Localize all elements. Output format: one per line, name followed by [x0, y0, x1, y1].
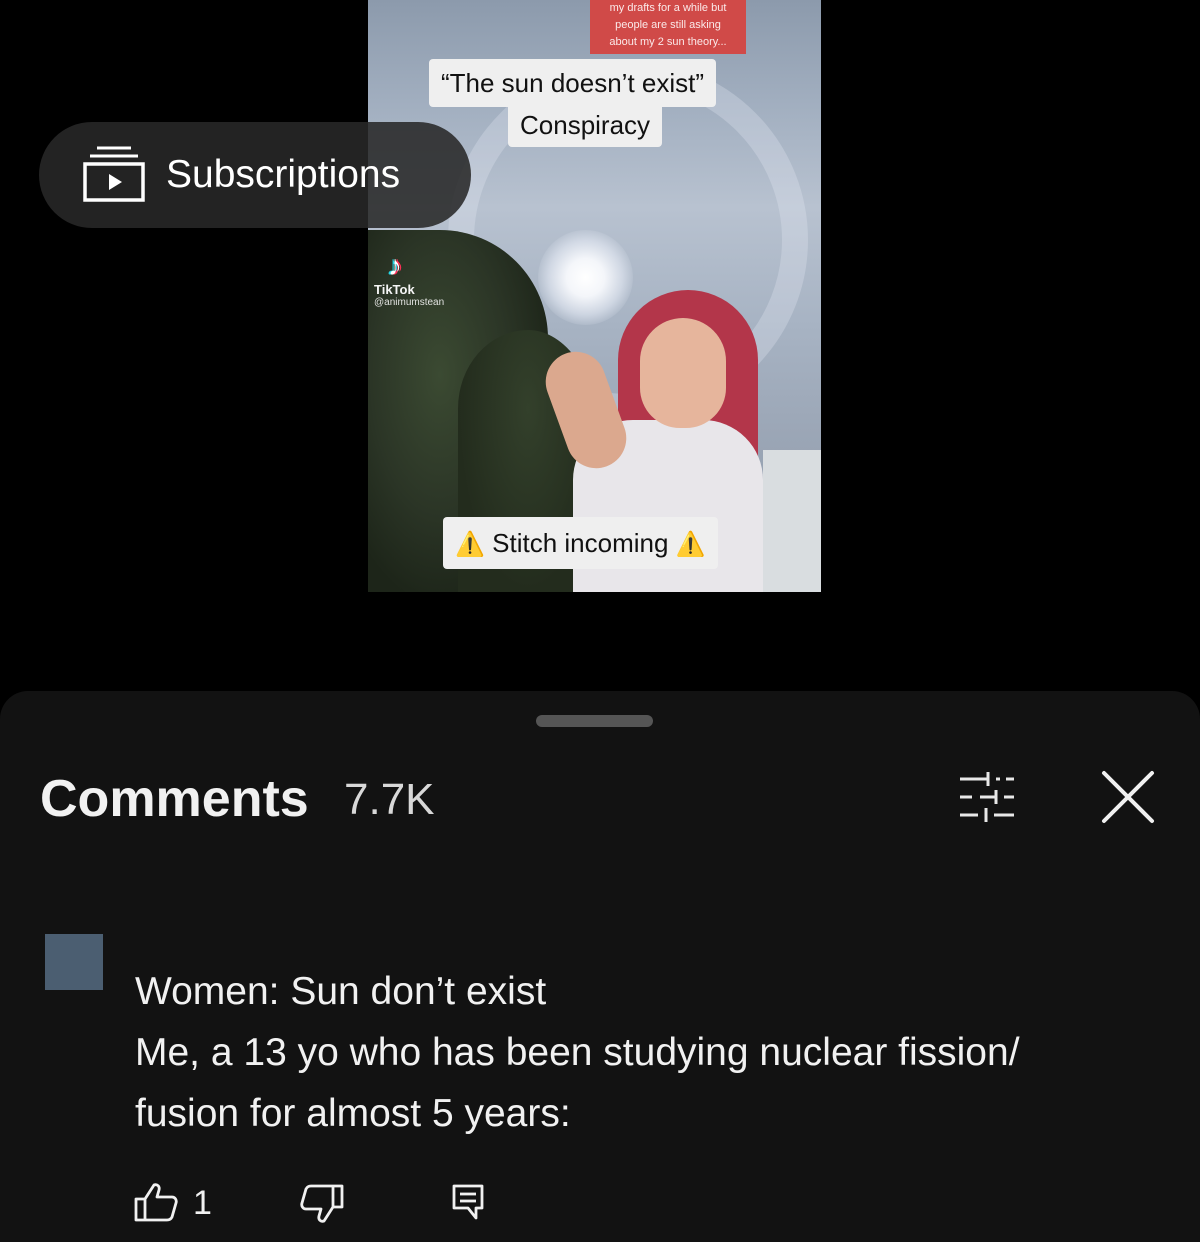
- dislike-button[interactable]: [300, 1184, 344, 1224]
- drag-handle[interactable]: [536, 715, 653, 727]
- tiktok-handle: @animumstean: [374, 297, 445, 308]
- reply-button[interactable]: [452, 1184, 484, 1220]
- subscriptions-button[interactable]: Subscriptions: [39, 122, 471, 228]
- video-top-caption-line: my drafts for a while but: [609, 2, 727, 14]
- reply-icon: [452, 1184, 484, 1220]
- close-button[interactable]: [1100, 769, 1156, 825]
- thumbs-down-icon: [300, 1184, 344, 1223]
- comments-sheet: Comments 7.7K Women: Sun don’t exist Me,…: [0, 691, 1200, 1242]
- warning-icon: ⚠️: [455, 531, 485, 558]
- like-count: 1: [193, 1184, 212, 1222]
- video-caption-bottom-text: Stitch incoming: [492, 528, 669, 558]
- video-caption-subtitle: Conspiracy: [508, 103, 663, 147]
- video-caption-bottom: ⚠️ Stitch incoming ⚠️: [443, 517, 718, 569]
- person-face: [640, 318, 726, 428]
- video-caption-title: “The sun doesn’t exist”: [429, 59, 717, 107]
- comments-title: Comments: [40, 770, 309, 828]
- video-player[interactable]: my drafts for a while but people are sti…: [368, 0, 821, 592]
- close-icon: [1102, 771, 1154, 823]
- video-top-caption: my drafts for a while but people are sti…: [590, 0, 746, 54]
- house: [763, 450, 821, 592]
- video-top-caption-line: about my 2 sun theory...: [609, 36, 727, 48]
- tiktok-logo-icon: ♪: [388, 250, 402, 281]
- comment-line: Women: Sun don’t exist: [135, 970, 547, 1013]
- tiktok-watermark: ♪ TikTok @animumstean: [374, 250, 484, 308]
- comment-text: Women: Sun don’t exist Me, a 13 yo who h…: [135, 961, 1135, 1144]
- sliders-icon: [960, 772, 1014, 822]
- comments-count: 7.7K: [344, 775, 435, 824]
- like-button[interactable]: [134, 1182, 178, 1222]
- video-top-caption-line: people are still asking: [615, 19, 721, 31]
- comment-line: fusion for almost 5 years:: [135, 1092, 571, 1135]
- avatar[interactable]: [45, 934, 103, 990]
- subscriptions-label: Subscriptions: [166, 153, 401, 196]
- filter-button[interactable]: [958, 771, 1016, 823]
- subscriptions-icon: [83, 146, 145, 202]
- thumbs-up-icon: [134, 1183, 178, 1222]
- tiktok-brand: TikTok: [374, 282, 415, 297]
- warning-icon: ⚠️: [675, 531, 706, 558]
- comment-line: Me, a 13 yo who has been studying nuclea…: [135, 1031, 1020, 1074]
- sun: [538, 230, 633, 325]
